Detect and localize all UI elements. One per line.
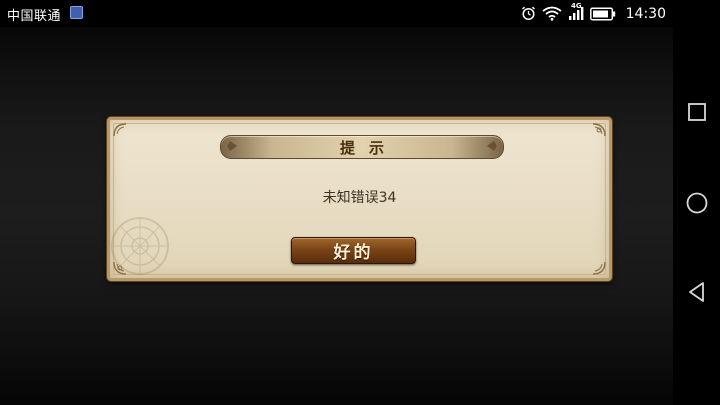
banner-left-ornament-icon xyxy=(227,141,237,151)
corner-ornament-icon xyxy=(113,261,127,275)
corner-ornament-icon xyxy=(113,123,127,137)
dialog-title-banner: 提示 xyxy=(220,135,504,159)
home-icon xyxy=(686,192,707,214)
back-icon xyxy=(688,282,704,302)
status-bar: 中国联通 4G 14:30 xyxy=(0,0,720,27)
back-button[interactable] xyxy=(673,272,720,312)
alert-dialog: 提示 未知错误34 好的 xyxy=(107,117,612,281)
app-notification-icon xyxy=(70,6,83,19)
home-button[interactable] xyxy=(673,183,720,223)
recent-apps-icon xyxy=(687,103,706,121)
carrier-label: 中国联通 xyxy=(7,9,62,24)
corner-ornament-icon xyxy=(592,261,606,275)
corner-ornament-icon xyxy=(592,123,606,137)
alarm-icon xyxy=(521,6,535,21)
navigation-bar xyxy=(673,27,720,405)
signal-icon xyxy=(568,7,584,20)
status-icons: 14:30 xyxy=(521,4,666,23)
wifi-icon xyxy=(542,6,562,21)
dialog-title: 提示 xyxy=(339,138,398,157)
ok-button-label: 好的 xyxy=(333,243,374,263)
battery-icon xyxy=(589,7,615,20)
banner-right-ornament-icon xyxy=(487,141,497,151)
dialog-message: 未知错误34 xyxy=(322,190,397,206)
screen: 中国联通 4G 14:30 提示 未知错误34 好的 xyxy=(0,0,720,405)
recent-apps-button[interactable] xyxy=(673,92,720,132)
clock: 14:30 xyxy=(625,5,666,22)
ok-button[interactable]: 好的 xyxy=(291,237,416,264)
